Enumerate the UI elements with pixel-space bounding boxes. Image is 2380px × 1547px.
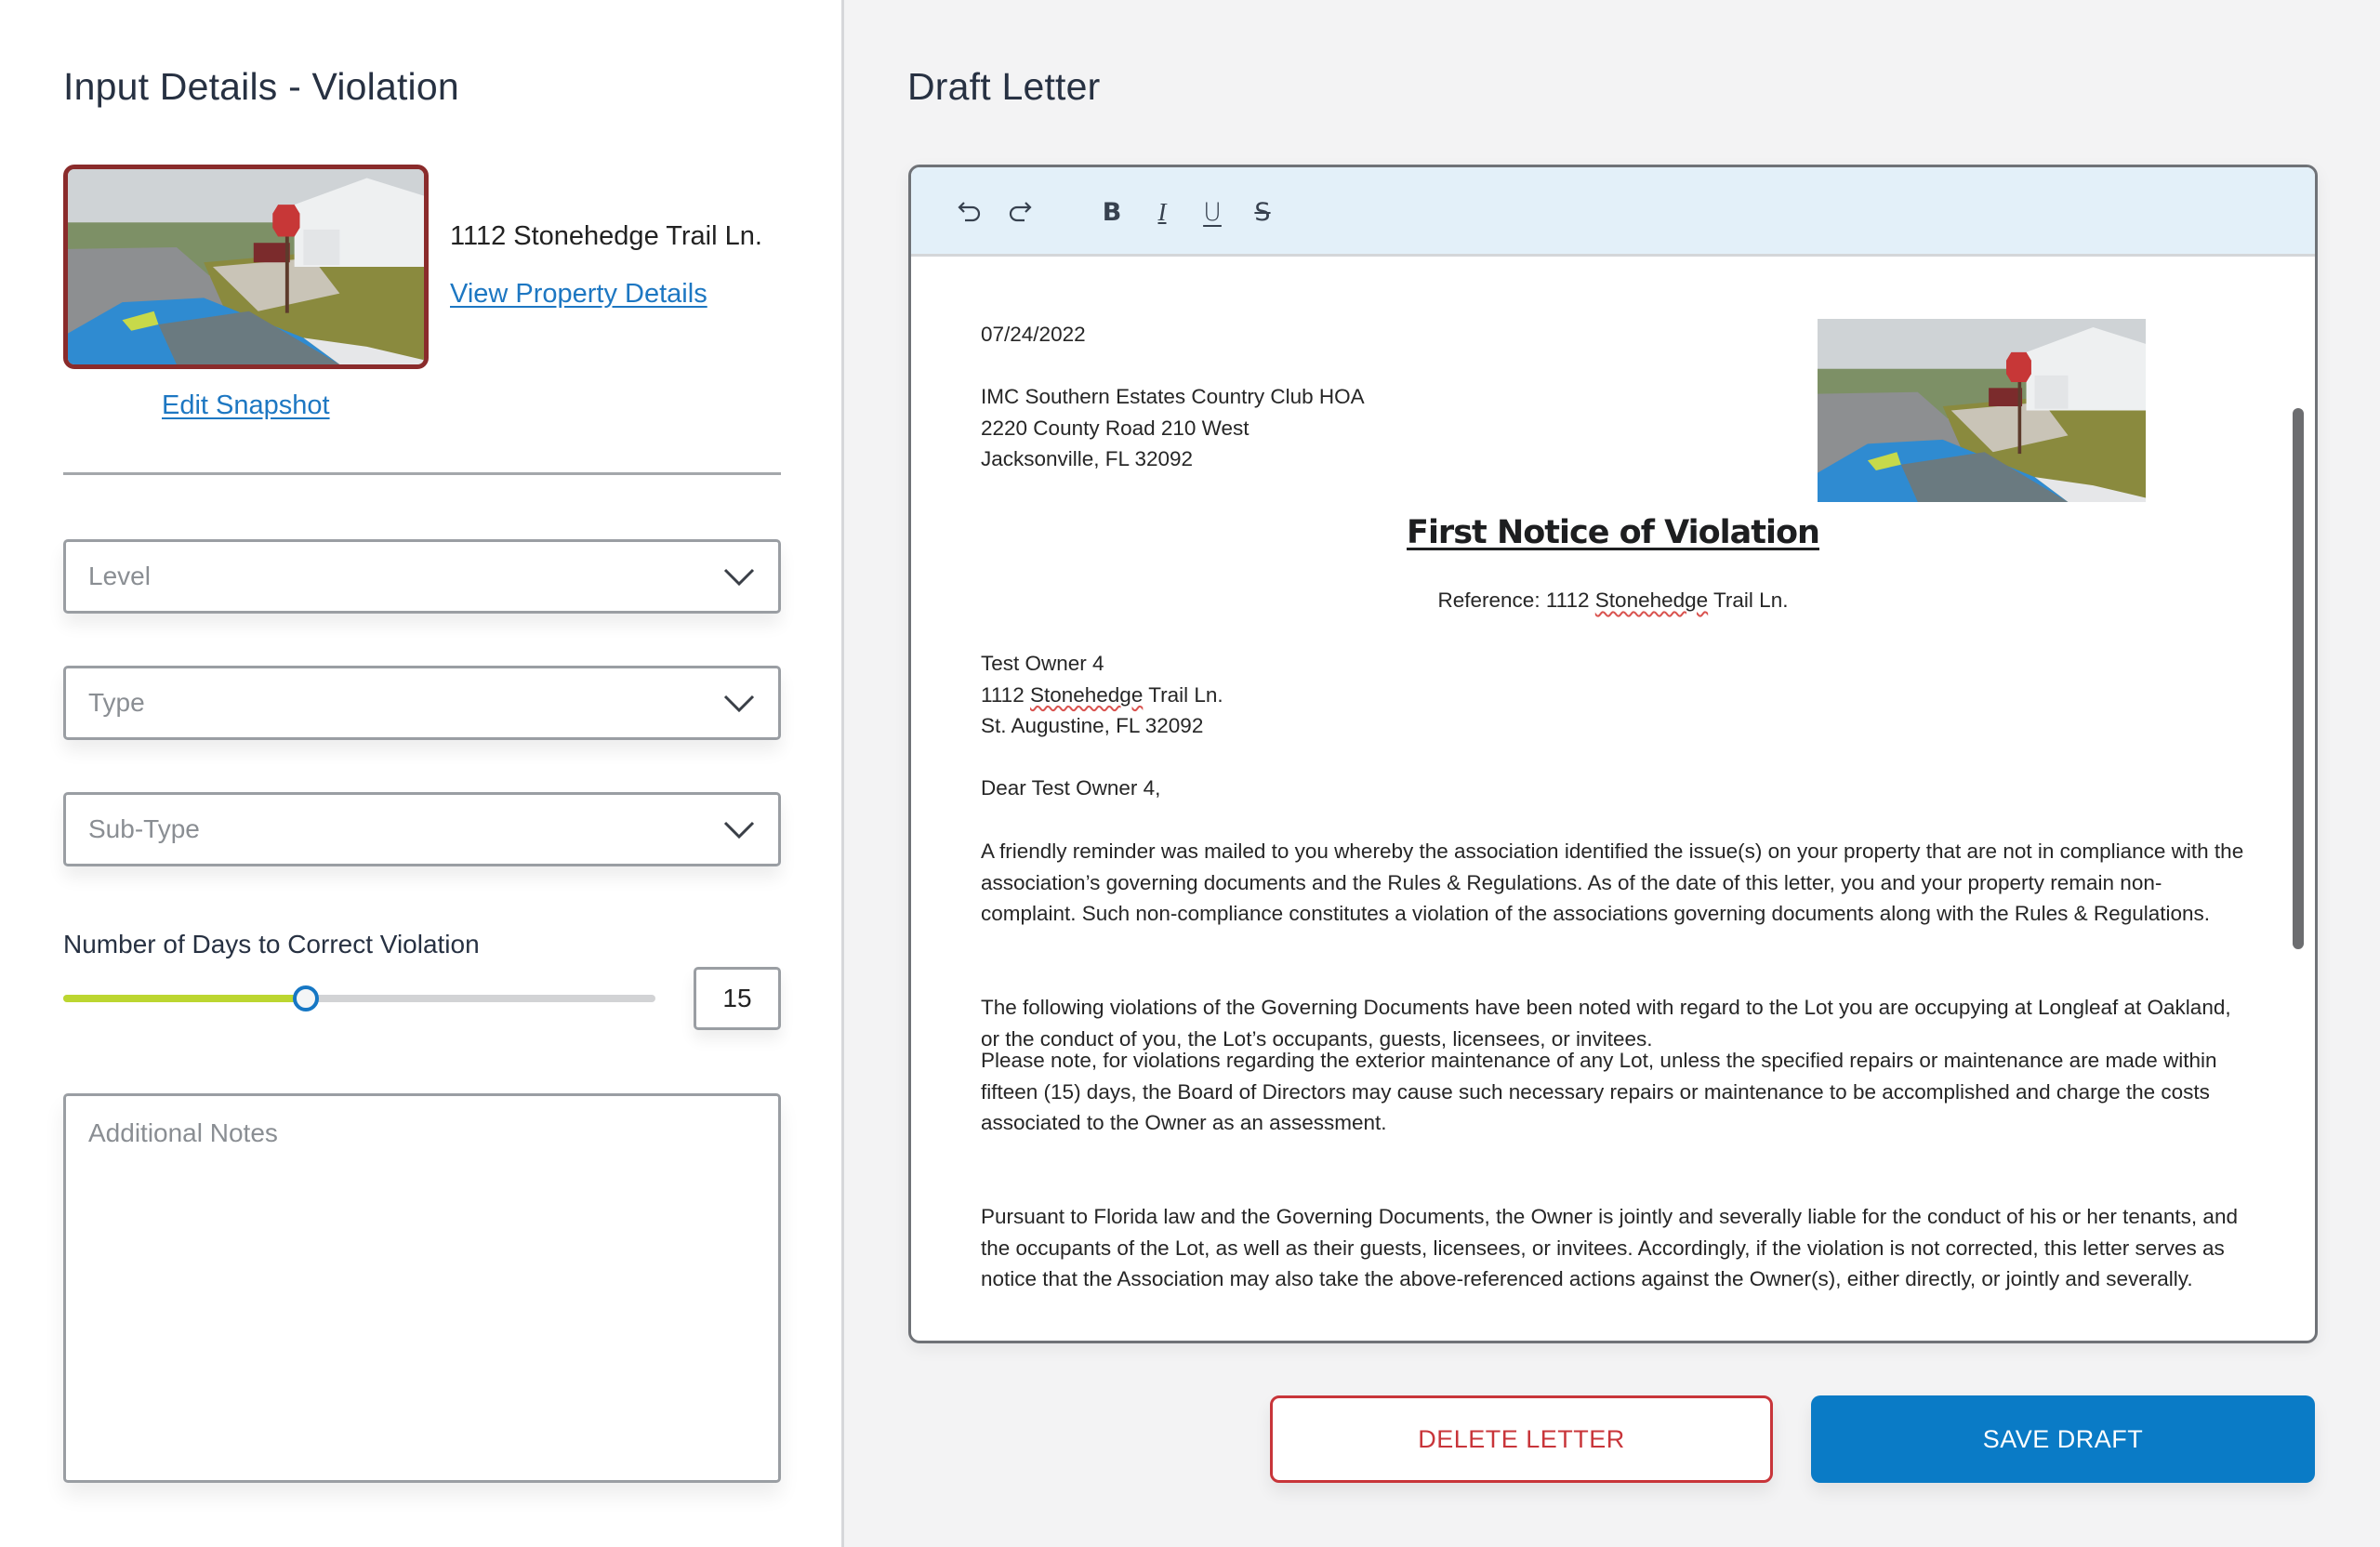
reference-prefix: Reference: 1112 — [1437, 588, 1595, 612]
edit-snapshot-link[interactable]: Edit Snapshot — [162, 390, 330, 421]
letter-editor[interactable]: B I U S 07/24/2022 IMC Southern Estates … — [908, 165, 2318, 1343]
chevron-down-icon — [723, 821, 755, 840]
owner-city: St. Augustine, FL 32092 — [981, 714, 1204, 738]
days-slider-label: Number of Days to Correct Violation — [63, 930, 480, 959]
sub-type-select-placeholder: Sub-Type — [88, 814, 200, 843]
property-address: 1112 Stonehedge Trail Ln. — [450, 221, 762, 251]
chevron-down-icon — [723, 568, 755, 587]
owner-name: Test Owner 4 — [981, 652, 1104, 675]
additional-notes-textarea[interactable] — [63, 1093, 781, 1483]
property-snapshot[interactable] — [63, 165, 429, 369]
owner-address: Test Owner 4 1112 Stonehedge Trail Ln. S… — [981, 648, 1223, 742]
section-divider — [63, 472, 781, 475]
owner-street-suffix: Trail Ln. — [1143, 682, 1223, 707]
panel-title: Draft Letter — [907, 65, 1101, 108]
letter-reference: Reference: 1112 Stonehedge Trail Ln. — [911, 585, 2315, 616]
level-select-placeholder: Level — [88, 562, 151, 590]
association-city: Jacksonville, FL 32092 — [981, 447, 1194, 471]
editor-scrollbar[interactable] — [2293, 408, 2304, 949]
association-name: IMC Southern Estates Country Club HOA — [981, 385, 1365, 408]
days-number-input[interactable]: 15 — [694, 967, 781, 1030]
owner-street-prefix: 1112 — [981, 682, 1030, 707]
undo-icon — [958, 202, 981, 222]
save-draft-button[interactable]: SAVE DRAFT — [1811, 1395, 2315, 1483]
type-select-placeholder: Type — [88, 688, 145, 717]
reference-suffix: Trail Ln. — [1708, 588, 1789, 612]
letter-paragraph: Pursuant to Florida law and the Governin… — [981, 1205, 2238, 1291]
letter-paragraph: A friendly reminder was mailed to you wh… — [981, 840, 2244, 926]
letter-date: 07/24/2022 — [981, 323, 1086, 346]
redo-icon — [1009, 202, 1032, 222]
delete-letter-button[interactable]: DELETE LETTER — [1270, 1395, 1773, 1483]
letter-title: First Notice of Violation — [1407, 514, 1820, 551]
redo-button[interactable] — [1001, 193, 1038, 231]
sub-type-select[interactable]: Sub-Type — [63, 792, 781, 866]
slider-handle[interactable] — [293, 985, 320, 1012]
letter-paragraph: Please note, for violations regarding th… — [981, 1049, 2217, 1135]
bold-button[interactable]: B — [1093, 193, 1130, 231]
input-details-panel: Input Details - Violation 1112 Stonehedg… — [0, 0, 844, 1547]
strikethrough-button[interactable]: S — [1244, 193, 1281, 231]
view-property-details-link[interactable]: View Property Details — [450, 279, 707, 310]
street-photo-icon — [68, 169, 424, 364]
letter-snapshot-image[interactable] — [1818, 319, 2146, 502]
spellcheck-word[interactable]: Stonehedge — [1030, 683, 1143, 707]
owner-street: 1112 Stonehedge Trail Ln. — [981, 680, 1223, 711]
slider-fill — [63, 995, 307, 1002]
letter-salutation: Dear Test Owner 4, — [981, 776, 1161, 800]
level-select[interactable]: Level — [63, 539, 781, 614]
undo-button[interactable] — [951, 193, 988, 231]
days-slider[interactable] — [63, 985, 655, 1012]
chevron-down-icon — [723, 694, 755, 713]
underline-button[interactable]: U — [1194, 193, 1231, 231]
spellcheck-word[interactable]: Stonehedge — [1595, 588, 1708, 612]
panel-title: Input Details - Violation — [63, 65, 459, 108]
association-address: IMC Southern Estates Country Club HOA 22… — [981, 381, 1365, 475]
italic-button[interactable]: I — [1144, 193, 1181, 231]
letter-content[interactable]: 07/24/2022 IMC Southern Estates Country … — [911, 259, 2315, 1341]
association-street: 2220 County Road 210 West — [981, 416, 1250, 440]
street-photo-icon — [1818, 319, 2146, 502]
type-select[interactable]: Type — [63, 666, 781, 740]
editor-toolbar: B I U S — [911, 167, 2315, 257]
